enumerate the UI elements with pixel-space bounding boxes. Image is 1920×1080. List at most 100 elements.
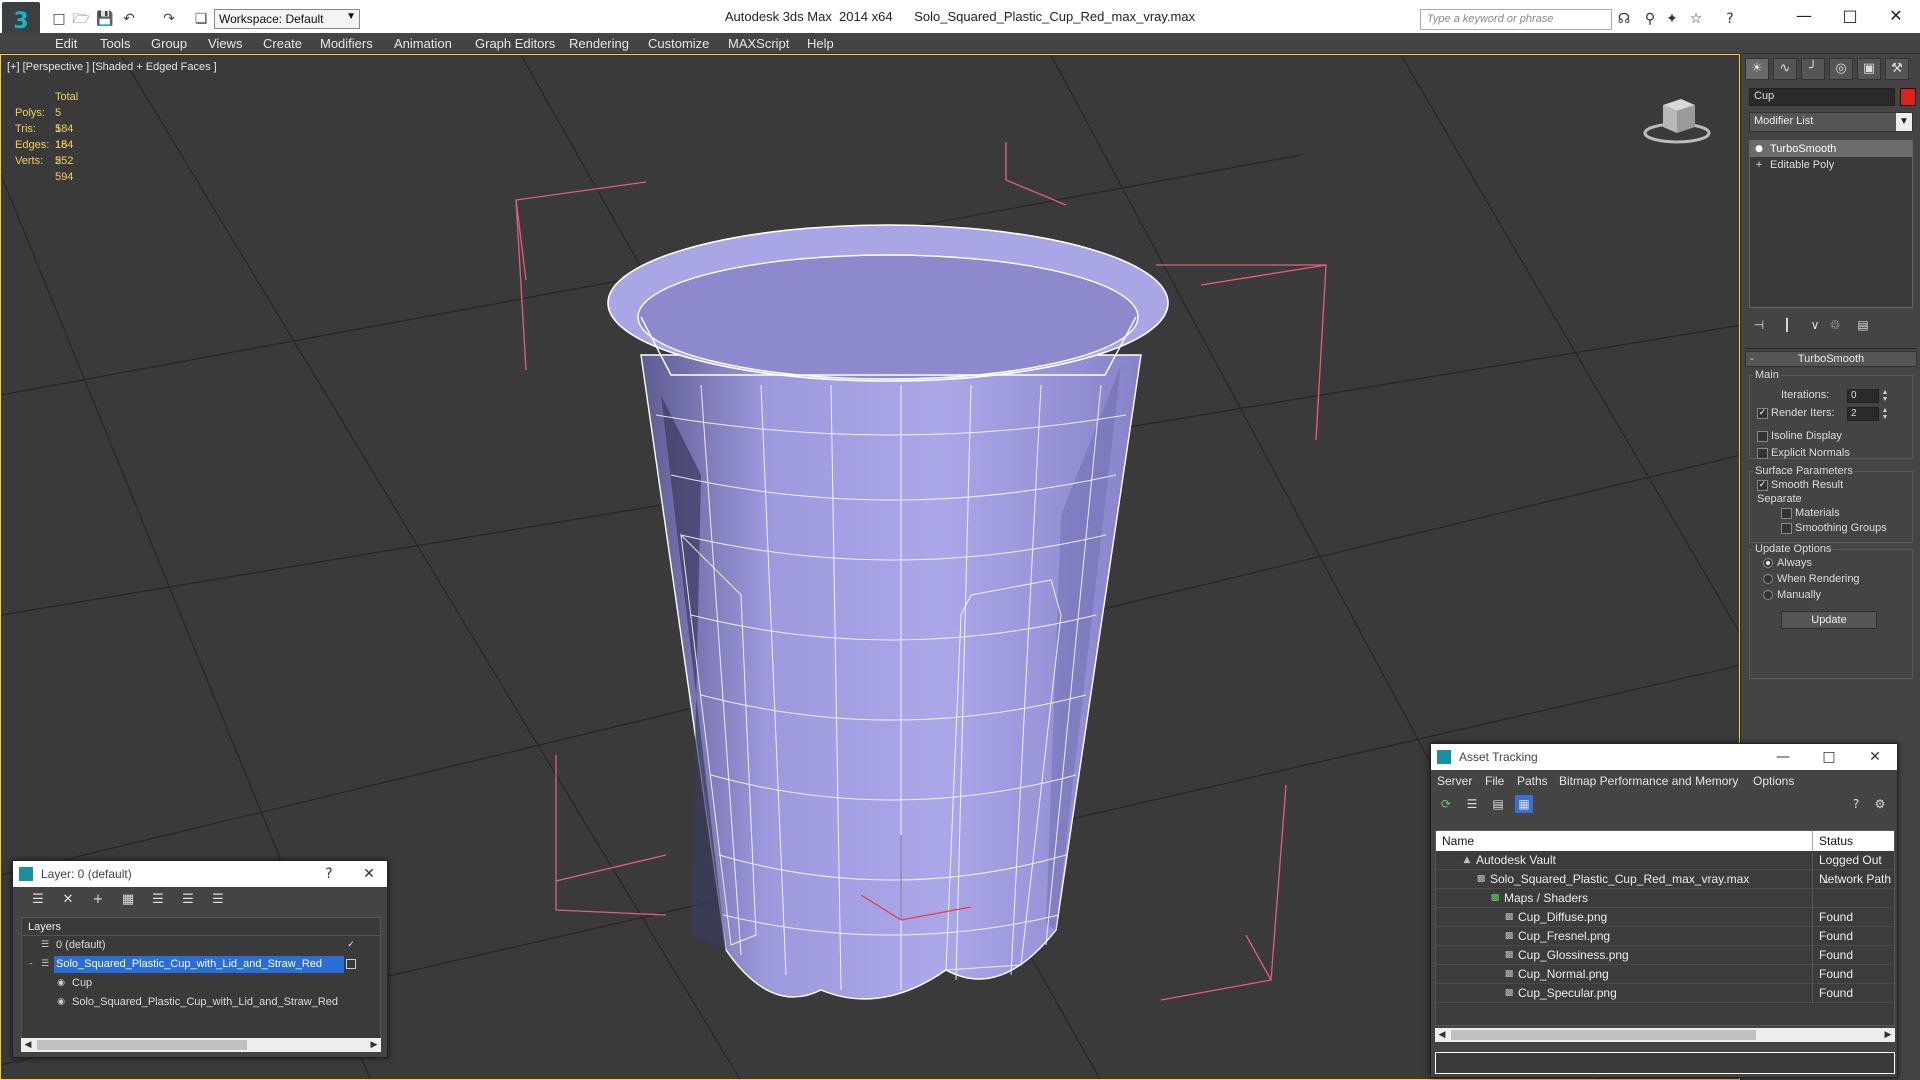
asset-menu-file[interactable]: File bbox=[1485, 774, 1504, 788]
lightbulb-icon[interactable]: ● bbox=[1754, 144, 1764, 154]
scroll-left-icon[interactable]: ◀ bbox=[21, 1038, 35, 1052]
project-folder-icon[interactable]: ❏ bbox=[192, 10, 210, 28]
layer-row[interactable]: ◉ Solo_Squared_Plastic_Cup_with_Lid_and_… bbox=[22, 993, 380, 1012]
modifier-list-dropdown[interactable]: Modifier List ▼ bbox=[1749, 112, 1913, 132]
manually-radio[interactable] bbox=[1763, 590, 1773, 600]
hide-freeze-layers-icon[interactable]: ☰ bbox=[209, 892, 227, 908]
asset-menu-server[interactable]: Server bbox=[1437, 774, 1472, 788]
make-unique-icon[interactable]: ∨ bbox=[1805, 316, 1825, 334]
remove-modifier-icon[interactable]: ♲ bbox=[1825, 316, 1845, 334]
display-tab-icon[interactable]: ▣ bbox=[1857, 58, 1881, 80]
minimize-icon[interactable]: — bbox=[1763, 744, 1803, 770]
layer-row[interactable]: ☰ 0 (default) ✓ bbox=[22, 936, 380, 955]
maximize-icon[interactable]: □ bbox=[1828, 4, 1872, 28]
asset-menu-paths[interactable]: Paths bbox=[1517, 774, 1548, 788]
layer-row[interactable]: - ☰ Solo_Squared_Plastic_Cup_with_Lid_an… bbox=[22, 955, 380, 974]
expand-icon[interactable]: - bbox=[26, 959, 36, 969]
menu-views[interactable]: Views bbox=[208, 36, 242, 51]
table-row[interactable]: ▩ Cup_Normal.png Found bbox=[1436, 965, 1894, 984]
asset-horizontal-scrollbar[interactable]: ◀ ▶ bbox=[1435, 1028, 1895, 1042]
menu-animation[interactable]: Animation bbox=[394, 36, 452, 51]
settings-icon[interactable]: ⚙ bbox=[1871, 795, 1889, 813]
name-column-header[interactable]: Name bbox=[1442, 831, 1474, 851]
maximize-icon[interactable]: □ bbox=[1809, 744, 1849, 770]
current-layer-box-icon[interactable] bbox=[346, 959, 356, 969]
stack-item-editable-poly[interactable]: + Editable Poly bbox=[1750, 157, 1912, 173]
table-row[interactable]: ▲ Autodesk Vault Logged Out ... bbox=[1436, 851, 1894, 886]
undo-icon[interactable]: ↶ bbox=[120, 10, 138, 28]
scroll-thumb[interactable] bbox=[1451, 1030, 1756, 1040]
checkmark-icon[interactable]: ✓ bbox=[346, 940, 356, 950]
layer-horizontal-scrollbar[interactable]: ◀ ▶ bbox=[21, 1038, 381, 1052]
refresh-icon[interactable]: ⟳ bbox=[1437, 795, 1455, 813]
menu-group[interactable]: Group bbox=[151, 36, 187, 51]
table-row[interactable]: ▩ Cup_Glossiness.png Found bbox=[1436, 946, 1894, 965]
new-file-icon[interactable]: □ bbox=[50, 10, 68, 28]
spinner-arrows-icon[interactable]: ▲ ▼ bbox=[1881, 389, 1889, 403]
isoline-display-checkbox[interactable] bbox=[1757, 431, 1768, 442]
viewport-label[interactable]: [+] [Perspective ] [Shaded + Edged Faces… bbox=[7, 61, 217, 73]
close-icon[interactable]: ✕ bbox=[349, 861, 389, 887]
list-view-icon[interactable]: ☰ bbox=[1463, 795, 1481, 813]
workspace-dropdown[interactable]: Workspace: Default ▼ bbox=[214, 9, 360, 29]
help-icon[interactable]: ? bbox=[1847, 795, 1865, 813]
create-layer-icon[interactable]: + bbox=[89, 892, 107, 908]
materials-checkbox[interactable] bbox=[1781, 508, 1792, 519]
layers-column-header[interactable]: Layers bbox=[22, 918, 380, 936]
asset-window-titlebar[interactable]: Asset Tracking — □ ✕ bbox=[1431, 744, 1897, 770]
update-button[interactable]: Update bbox=[1781, 611, 1877, 629]
menu-edit[interactable]: Edit bbox=[55, 36, 77, 51]
configure-sets-icon[interactable]: ▤ bbox=[1853, 316, 1873, 334]
scroll-left-icon[interactable]: ◀ bbox=[1435, 1028, 1449, 1042]
smoothing-groups-checkbox[interactable] bbox=[1781, 523, 1792, 534]
motion-tab-icon[interactable]: ◎ bbox=[1829, 58, 1853, 80]
minimize-icon[interactable]: — bbox=[1782, 4, 1826, 28]
menu-customize[interactable]: Customize bbox=[648, 36, 709, 51]
asset-menu-options[interactable]: Options bbox=[1753, 774, 1794, 788]
delete-layer-icon[interactable]: ✕ bbox=[59, 892, 77, 908]
table-view-icon[interactable]: ▦ bbox=[1515, 795, 1533, 813]
menu-graph-editors[interactable]: Graph Editors bbox=[475, 36, 555, 51]
scroll-thumb[interactable] bbox=[37, 1040, 247, 1050]
communication-center-icon[interactable]: ✦ bbox=[1662, 10, 1682, 28]
redo-icon[interactable]: ↷ bbox=[160, 10, 178, 28]
scroll-right-icon[interactable]: ▶ bbox=[367, 1038, 381, 1052]
spinner-arrows-icon[interactable]: ▲ ▼ bbox=[1881, 407, 1889, 421]
open-file-icon[interactable]: 🗁 bbox=[72, 10, 90, 28]
menu-modifiers[interactable]: Modifiers bbox=[320, 36, 373, 51]
explicit-normals-checkbox[interactable] bbox=[1757, 448, 1768, 459]
binoculars-icon[interactable]: ☊ bbox=[1614, 10, 1634, 28]
show-end-result-icon[interactable]: ┃ bbox=[1777, 316, 1797, 334]
search-input[interactable]: Type a keyword or phrase bbox=[1420, 9, 1612, 30]
create-tab-icon[interactable]: ☀ bbox=[1745, 58, 1769, 80]
table-row[interactable]: ▩ Maps / Shaders bbox=[1436, 889, 1894, 908]
close-icon[interactable]: ✕ bbox=[1855, 744, 1895, 770]
plus-box-icon[interactable]: + bbox=[1754, 160, 1764, 170]
render-iters-checkbox[interactable]: ✓ bbox=[1757, 408, 1768, 419]
modify-tab-icon[interactable]: ∿ bbox=[1773, 58, 1797, 80]
stack-item-turbosmooth[interactable]: ● TurboSmooth bbox=[1750, 141, 1912, 157]
asset-path-field[interactable] bbox=[1435, 1052, 1895, 1074]
table-row[interactable]: ▩ Solo_Squared_Plastic_Cup_Red_max_vray.… bbox=[1436, 870, 1894, 889]
detail-view-icon[interactable]: ▤ bbox=[1489, 795, 1507, 813]
iterations-spinner[interactable]: 0 bbox=[1847, 389, 1879, 403]
status-column-header[interactable]: Status bbox=[1812, 831, 1853, 851]
select-objects-icon[interactable]: ☰ bbox=[149, 892, 167, 908]
rollout-header[interactable]: - TurboSmooth bbox=[1745, 351, 1917, 367]
menu-create[interactable]: Create bbox=[263, 36, 302, 51]
layer-window-titlebar[interactable]: Layer: 0 (default) ? ✕ bbox=[13, 861, 387, 887]
save-file-icon[interactable]: 💾 bbox=[96, 10, 114, 28]
close-icon[interactable]: ✕ bbox=[1874, 4, 1918, 28]
when-rendering-radio[interactable] bbox=[1763, 574, 1773, 584]
help-icon[interactable]: ? bbox=[1720, 10, 1740, 28]
table-row[interactable]: ▩ Cup_Diffuse.png Found bbox=[1436, 908, 1894, 927]
render-iters-spinner[interactable]: 2 bbox=[1847, 407, 1879, 421]
pin-stack-icon[interactable]: ⊣ bbox=[1749, 316, 1769, 334]
help-icon[interactable]: ? bbox=[309, 861, 349, 887]
table-row[interactable]: ▩ Cup_Specular.png Found bbox=[1436, 984, 1894, 1003]
highlight-layer-icon[interactable]: ☰ bbox=[179, 892, 197, 908]
smooth-result-checkbox[interactable]: ✓ bbox=[1757, 480, 1768, 491]
layer-tool-icon[interactable]: ☰ bbox=[29, 892, 47, 908]
scroll-right-icon[interactable]: ▶ bbox=[1881, 1028, 1895, 1042]
menu-help[interactable]: Help bbox=[807, 36, 834, 51]
